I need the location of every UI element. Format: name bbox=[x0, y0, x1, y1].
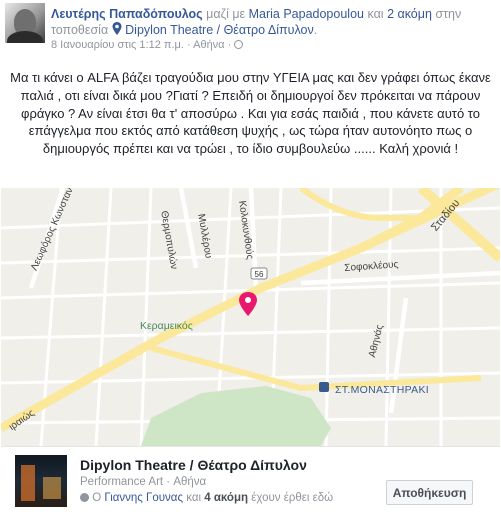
friend-prefix: Ο bbox=[92, 492, 102, 504]
thumbnail-detail bbox=[21, 465, 35, 501]
thumbnail-detail bbox=[43, 477, 61, 499]
friend-others[interactable]: 4 ακόμη bbox=[204, 492, 248, 504]
place-card[interactable]: Dipylon Theatre / Θέατρο Δίπυλον Perform… bbox=[1, 446, 500, 514]
and-text: και bbox=[367, 7, 384, 21]
post-header: Λευτέρης Παπαδόπουλος μαζί με Maria Papa… bbox=[0, 0, 501, 60]
post-body: Μα τι κάνει ο ALFA βάζει τραγούδια μου σ… bbox=[10, 70, 491, 157]
save-button[interactable]: Αποθήκευση bbox=[386, 480, 473, 505]
with-prefix: μαζί με bbox=[206, 7, 246, 21]
place-city: Αθήνα bbox=[173, 476, 207, 488]
author-name[interactable]: Λευτέρης Παπαδόπουλος bbox=[51, 7, 203, 21]
location-suffix: . bbox=[313, 23, 318, 37]
location-link[interactable]: Dipylon Theatre / Θέατρο Δίπυλον bbox=[125, 23, 314, 37]
tagged-person[interactable]: Maria Papadopoulou bbox=[249, 7, 364, 21]
post-attribution: Λευτέρης Παπαδόπουλος μαζί με Maria Papa… bbox=[51, 6, 496, 38]
friends-visited: Ο Γιαννης Γουνας και 4 ακόμη έχουν έρθει… bbox=[80, 492, 333, 504]
location-map[interactable]: 56 Λεωφόρος Κωνσταντιν Θερμοπυλών Μυλλέρ… bbox=[1, 188, 500, 446]
post-date[interactable]: 8 Ιανουαρίου στις 1:12 π.μ. bbox=[51, 39, 184, 51]
meta-separator: · bbox=[186, 39, 191, 51]
friend-and: και bbox=[186, 492, 202, 504]
friend-name[interactable]: Γιαννης Γουνας bbox=[104, 492, 183, 504]
map-label-kerameikos: Κεραμεικός bbox=[140, 320, 193, 332]
post-meta: 8 Ιανουαρίου στις 1:12 π.μ. · Αθήνα · bbox=[51, 38, 244, 52]
privacy-separator: · bbox=[227, 39, 232, 51]
others-link[interactable]: 2 ακόμη bbox=[387, 7, 432, 21]
globe-icon[interactable] bbox=[234, 40, 244, 49]
place-thumbnail[interactable] bbox=[15, 455, 67, 507]
place-meta: Performance Art · Αθήνα bbox=[80, 476, 206, 488]
map-label-monastiraki: ΣΤ.ΜΟΝΑΣΤΗΡΑΚΙ bbox=[335, 384, 430, 396]
avatar[interactable] bbox=[5, 3, 45, 43]
friends-icon bbox=[80, 493, 89, 502]
avatar-body bbox=[7, 31, 43, 43]
place-name[interactable]: Dipylon Theatre / Θέατρο Δίπυλον bbox=[80, 457, 307, 473]
location-pin-icon bbox=[112, 22, 122, 35]
place-category: Performance Art bbox=[80, 476, 164, 488]
svg-text:56: 56 bbox=[255, 270, 264, 279]
place-meta-separator: · bbox=[166, 476, 171, 488]
post-city[interactable]: Αθήνα bbox=[193, 39, 224, 51]
friend-suffix: έχουν έρθει εδώ bbox=[251, 492, 334, 504]
